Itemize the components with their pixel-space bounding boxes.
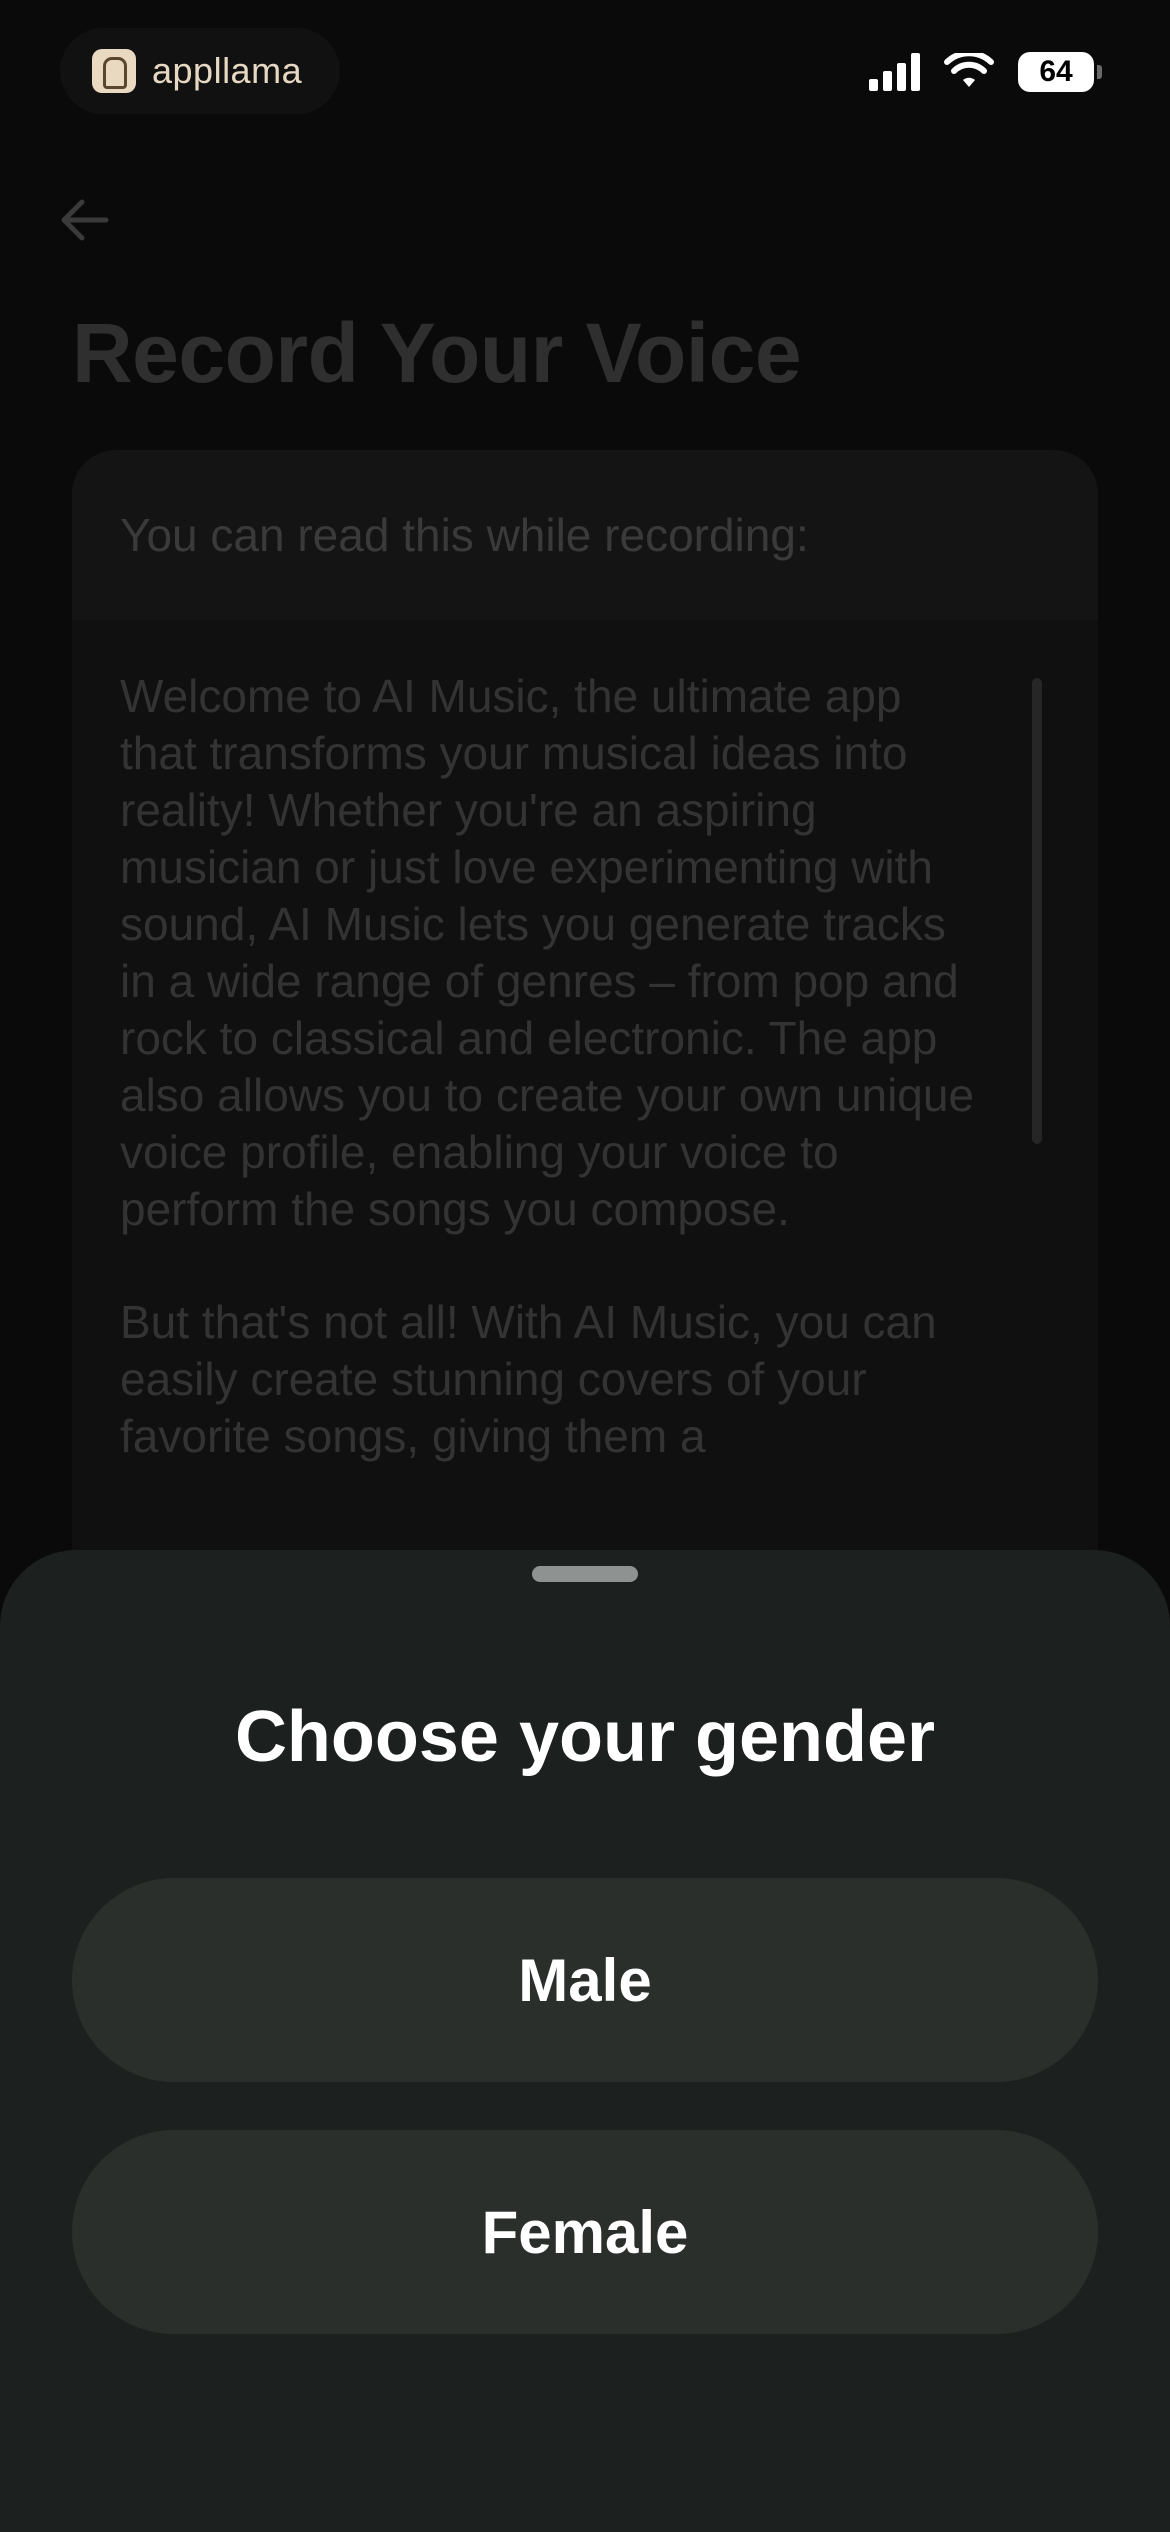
brand-name: appllama bbox=[152, 50, 303, 91]
llama-logo-icon bbox=[92, 49, 136, 93]
scrollbar[interactable] bbox=[1032, 678, 1042, 1144]
battery-icon: 64 bbox=[1018, 52, 1102, 92]
reading-text-card: You can read this while recording: Welco… bbox=[72, 450, 1098, 1650]
male-option-button[interactable]: Male bbox=[72, 1878, 1098, 2082]
wifi-icon bbox=[944, 53, 994, 87]
sheet-grabber[interactable] bbox=[532, 1566, 638, 1582]
female-option-button[interactable]: Female bbox=[72, 2130, 1098, 2334]
reading-paragraph: Welcome to AI Music, the ultimate app th… bbox=[120, 670, 975, 1235]
brand-pill: appllama bbox=[60, 28, 340, 114]
reading-paragraph: But that's not all! With AI Music, you c… bbox=[120, 1296, 937, 1462]
reading-text-scroll[interactable]: Welcome to AI Music, the ultimate app th… bbox=[72, 620, 1098, 1465]
gender-bottom-sheet: Choose your gender Male Female bbox=[0, 1550, 1170, 2532]
reading-card-heading: You can read this while recording: bbox=[72, 450, 1098, 620]
status-bar: appllama 64 bbox=[0, 0, 1170, 150]
status-icons: 64 bbox=[869, 52, 1102, 92]
signal-icon bbox=[869, 53, 920, 91]
record-voice-screen: appllama 64 Record Your Voice You can re… bbox=[0, 0, 1170, 2532]
arrow-left-icon bbox=[61, 199, 109, 241]
battery-level: 64 bbox=[1039, 55, 1073, 88]
sheet-title: Choose your gender bbox=[234, 1697, 936, 1777]
back-button[interactable] bbox=[54, 190, 114, 250]
page-title: Record Your Voice bbox=[72, 306, 802, 400]
